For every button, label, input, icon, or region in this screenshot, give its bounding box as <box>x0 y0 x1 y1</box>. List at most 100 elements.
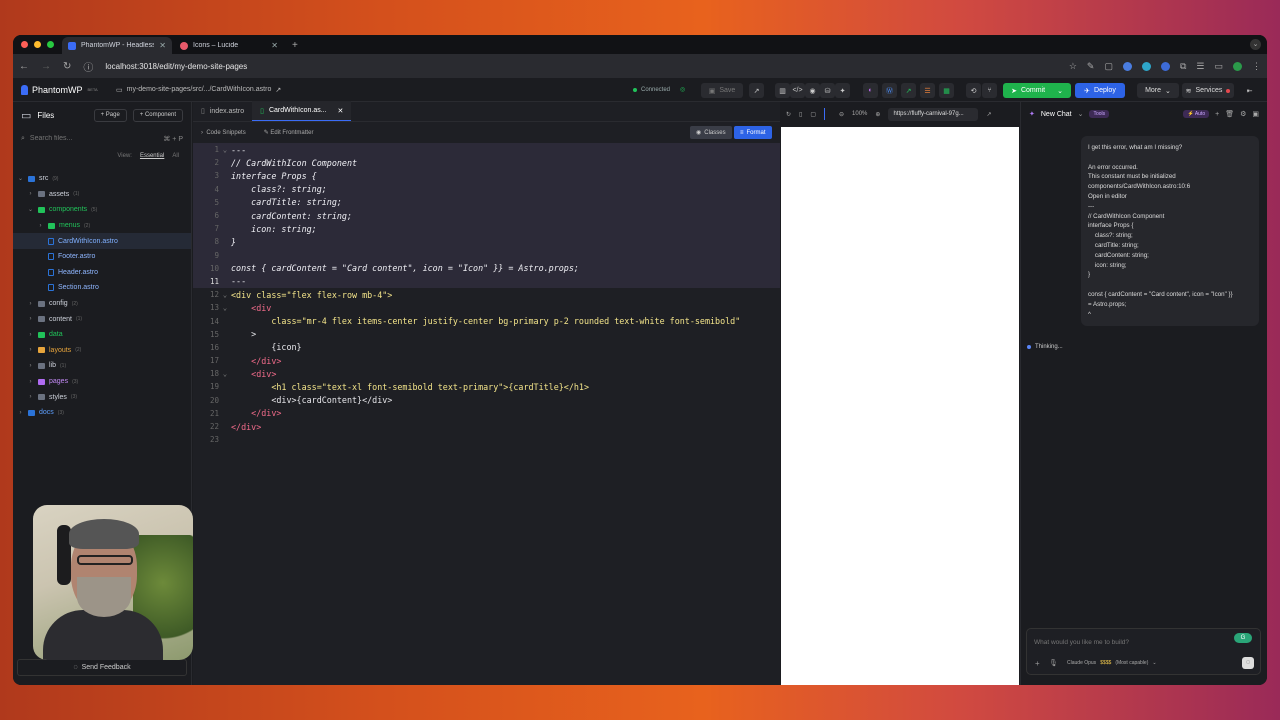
breadcrumb-path[interactable]: my-demo-site-pages/src/.../CardWithIcon.… <box>127 86 272 94</box>
preview-url[interactable]: https://fluffy-carnival-97g... <box>888 107 979 121</box>
external-link-icon[interactable]: ↗ <box>275 86 281 94</box>
mobile-view-icon[interactable]: ▯ <box>799 111 802 118</box>
reload-icon[interactable]: ↻ <box>63 61 71 72</box>
commit-button[interactable]: ➤ Commit ⌄ <box>1003 83 1071 98</box>
plugin-icon[interactable]: ◐ <box>863 83 878 98</box>
toggle-db-button[interactable]: ⛁ <box>820 83 835 98</box>
preview-frame[interactable] <box>781 127 1019 685</box>
deploy-button[interactable]: ✈ Deploy <box>1075 83 1125 98</box>
tree-file[interactable]: CardWithIcon.astro <box>13 233 191 249</box>
add-page-button[interactable]: + Page <box>93 108 127 122</box>
code-line[interactable]: 4 class?: string; <box>193 183 780 196</box>
code-line[interactable]: 20 <div>{cardContent}</div> <box>193 394 780 407</box>
minimize-window-button[interactable] <box>34 41 41 48</box>
toggle-files-button[interactable]: ▥ <box>775 83 790 98</box>
model-selector[interactable]: Claude Opus $$$$ (Most capable) ⌄ <box>1067 660 1157 666</box>
view-essential-option[interactable]: Essential <box>140 153 164 159</box>
send-feedback-button[interactable]: ◌ Send Feedback <box>17 659 187 676</box>
code-line[interactable]: 8} <box>193 235 780 248</box>
close-tab-icon[interactable]: ✕ <box>338 107 344 115</box>
tablet-view-icon[interactable]: ▢ <box>810 111 816 118</box>
refresh-icon[interactable]: ↻ <box>786 111 791 118</box>
tree-file[interactable]: Footer.astro <box>13 249 191 265</box>
code-line[interactable]: 23 <box>193 433 780 446</box>
code-line[interactable]: 11 --- <box>193 275 780 288</box>
code-line[interactable]: 13 ⌄ <div <box>193 301 780 314</box>
tab-search-chevron-icon[interactable]: ⌄ <box>1250 39 1261 50</box>
back-icon[interactable]: ← <box>19 61 29 72</box>
branch-icon[interactable]: ⑂ <box>982 83 997 98</box>
classes-button[interactable]: ◉ Classes <box>690 126 732 139</box>
code-line[interactable]: 6 cardContent: string; <box>193 209 780 222</box>
code-line[interactable]: 15 > <box>193 328 780 341</box>
open-external-button[interactable]: ↗ <box>749 83 764 98</box>
new-chat-plus-icon[interactable]: + <box>1215 111 1219 118</box>
close-tab-icon[interactable]: ✕ <box>271 41 278 50</box>
extension-shield-icon[interactable] <box>1160 61 1170 71</box>
tree-folder[interactable]: › config (2) <box>13 296 191 312</box>
tree-folder[interactable]: › data <box>13 327 191 343</box>
list-icon[interactable]: ☰ <box>920 83 935 98</box>
zoom-in-icon[interactable]: ⊕ <box>875 111 880 118</box>
code-line[interactable]: 5 cardTitle: string; <box>193 196 780 209</box>
extension-puzzle-icon[interactable]: ⧉ <box>1180 61 1186 72</box>
grid-icon[interactable]: ▦ <box>939 83 954 98</box>
code-area[interactable]: 1 ⌄ --- 2// CardWithIcon Component 3 interfac… <box>193 143 780 446</box>
code-line[interactable]: 16 {icon} <box>193 341 780 354</box>
analytics-icon[interactable]: ↗ <box>901 83 916 98</box>
tree-folder[interactable]: › docs (3) <box>13 405 191 421</box>
chat-title[interactable]: New Chat <box>1041 111 1072 118</box>
forward-icon[interactable]: → <box>41 61 51 72</box>
file-search[interactable]: ⌕ ⌘ + P <box>21 132 183 145</box>
layout-icon[interactable]: ▣ <box>1252 110 1259 118</box>
fold-chevron-icon[interactable]: ⌄ <box>219 370 231 378</box>
code-line[interactable]: 9 <box>193 249 780 262</box>
toggle-preview-button[interactable]: ◉ <box>805 83 820 98</box>
pen-extension-icon[interactable]: ✎ <box>1087 61 1095 72</box>
code-line[interactable]: 7 icon: string; <box>193 222 780 235</box>
extension-teal-icon[interactable] <box>1141 61 1151 71</box>
format-button[interactable]: ≡ Format <box>734 126 772 139</box>
code-line[interactable]: 19 <h1 class="text-xl font-semibold text… <box>193 380 780 393</box>
search-input[interactable] <box>29 135 159 142</box>
bookmark-star-icon[interactable]: ☆ <box>1069 61 1077 72</box>
code-line[interactable]: 17 </div> <box>193 354 780 367</box>
sidebar-icon[interactable]: ▭ <box>1214 61 1223 72</box>
code-line[interactable]: 22 </div> <box>193 420 780 433</box>
profile-avatar-icon[interactable] <box>1233 61 1242 71</box>
trash-icon[interactable]: 🗑 <box>1225 110 1234 118</box>
tree-file[interactable]: Header.astro <box>13 265 191 281</box>
browser-tab-phantomwp[interactable]: PhantomWP - Headless Word... ✕ <box>62 37 172 54</box>
code-line[interactable]: 12 ⌄ <div class="flex flex-row mb-4"> <box>193 288 780 301</box>
save-button[interactable]: ▣ Save <box>701 83 743 98</box>
zoom-out-icon[interactable]: ⊖ <box>839 111 844 118</box>
send-button[interactable]: ◌ <box>1242 657 1254 669</box>
maximize-window-button[interactable] <box>47 41 54 48</box>
edit-frontmatter-button[interactable]: ✎ Edit Frontmatter <box>264 129 314 136</box>
url-field[interactable]: localhost:3018/edit/my-demo-site-pages <box>105 62 1056 71</box>
grammarly-icon[interactable]: G <box>1234 633 1252 643</box>
tree-folder[interactable]: › styles (3) <box>13 389 191 405</box>
new-tab-button[interactable]: + <box>286 40 304 54</box>
add-component-button[interactable]: + Component <box>132 108 183 122</box>
chat-input[interactable] <box>1034 639 1214 646</box>
more-button[interactable]: More ⌄ <box>1137 83 1179 98</box>
close-tab-icon[interactable]: ✕ <box>159 41 166 50</box>
tree-folder[interactable]: › layouts (2) <box>13 343 191 359</box>
fold-chevron-icon[interactable]: ⌄ <box>219 304 231 312</box>
attach-plus-icon[interactable]: + <box>1035 659 1040 668</box>
tab-index-astro[interactable]: ▯ index.astro <box>193 101 252 121</box>
tree-folder[interactable]: › menus (2) <box>13 218 191 234</box>
tab-cardwithicon-astro[interactable]: ▯ CardWithIcon.as... ✕ <box>252 101 352 121</box>
code-line[interactable]: 10 const { cardContent = "Card content", … <box>193 262 780 275</box>
auto-toggle[interactable]: ⚡ Auto <box>1183 110 1210 118</box>
history-icon[interactable]: ⟲ <box>966 83 981 98</box>
tools-badge[interactable]: Tools <box>1089 110 1110 118</box>
browser-tab-lucide[interactable]: Icons – Lucide ✕ <box>174 37 284 54</box>
services-button[interactable]: ≋ Services <box>1182 83 1234 98</box>
tree-folder[interactable]: ⌄ components (5) <box>13 202 191 218</box>
ai-tools-button[interactable]: ✦ <box>835 83 850 98</box>
toggle-code-button[interactable]: </> <box>790 83 805 98</box>
brand-logo[interactable]: PhantomWP BETA <box>21 84 116 95</box>
browser-menu-icon[interactable]: ⋮ <box>1252 61 1261 72</box>
